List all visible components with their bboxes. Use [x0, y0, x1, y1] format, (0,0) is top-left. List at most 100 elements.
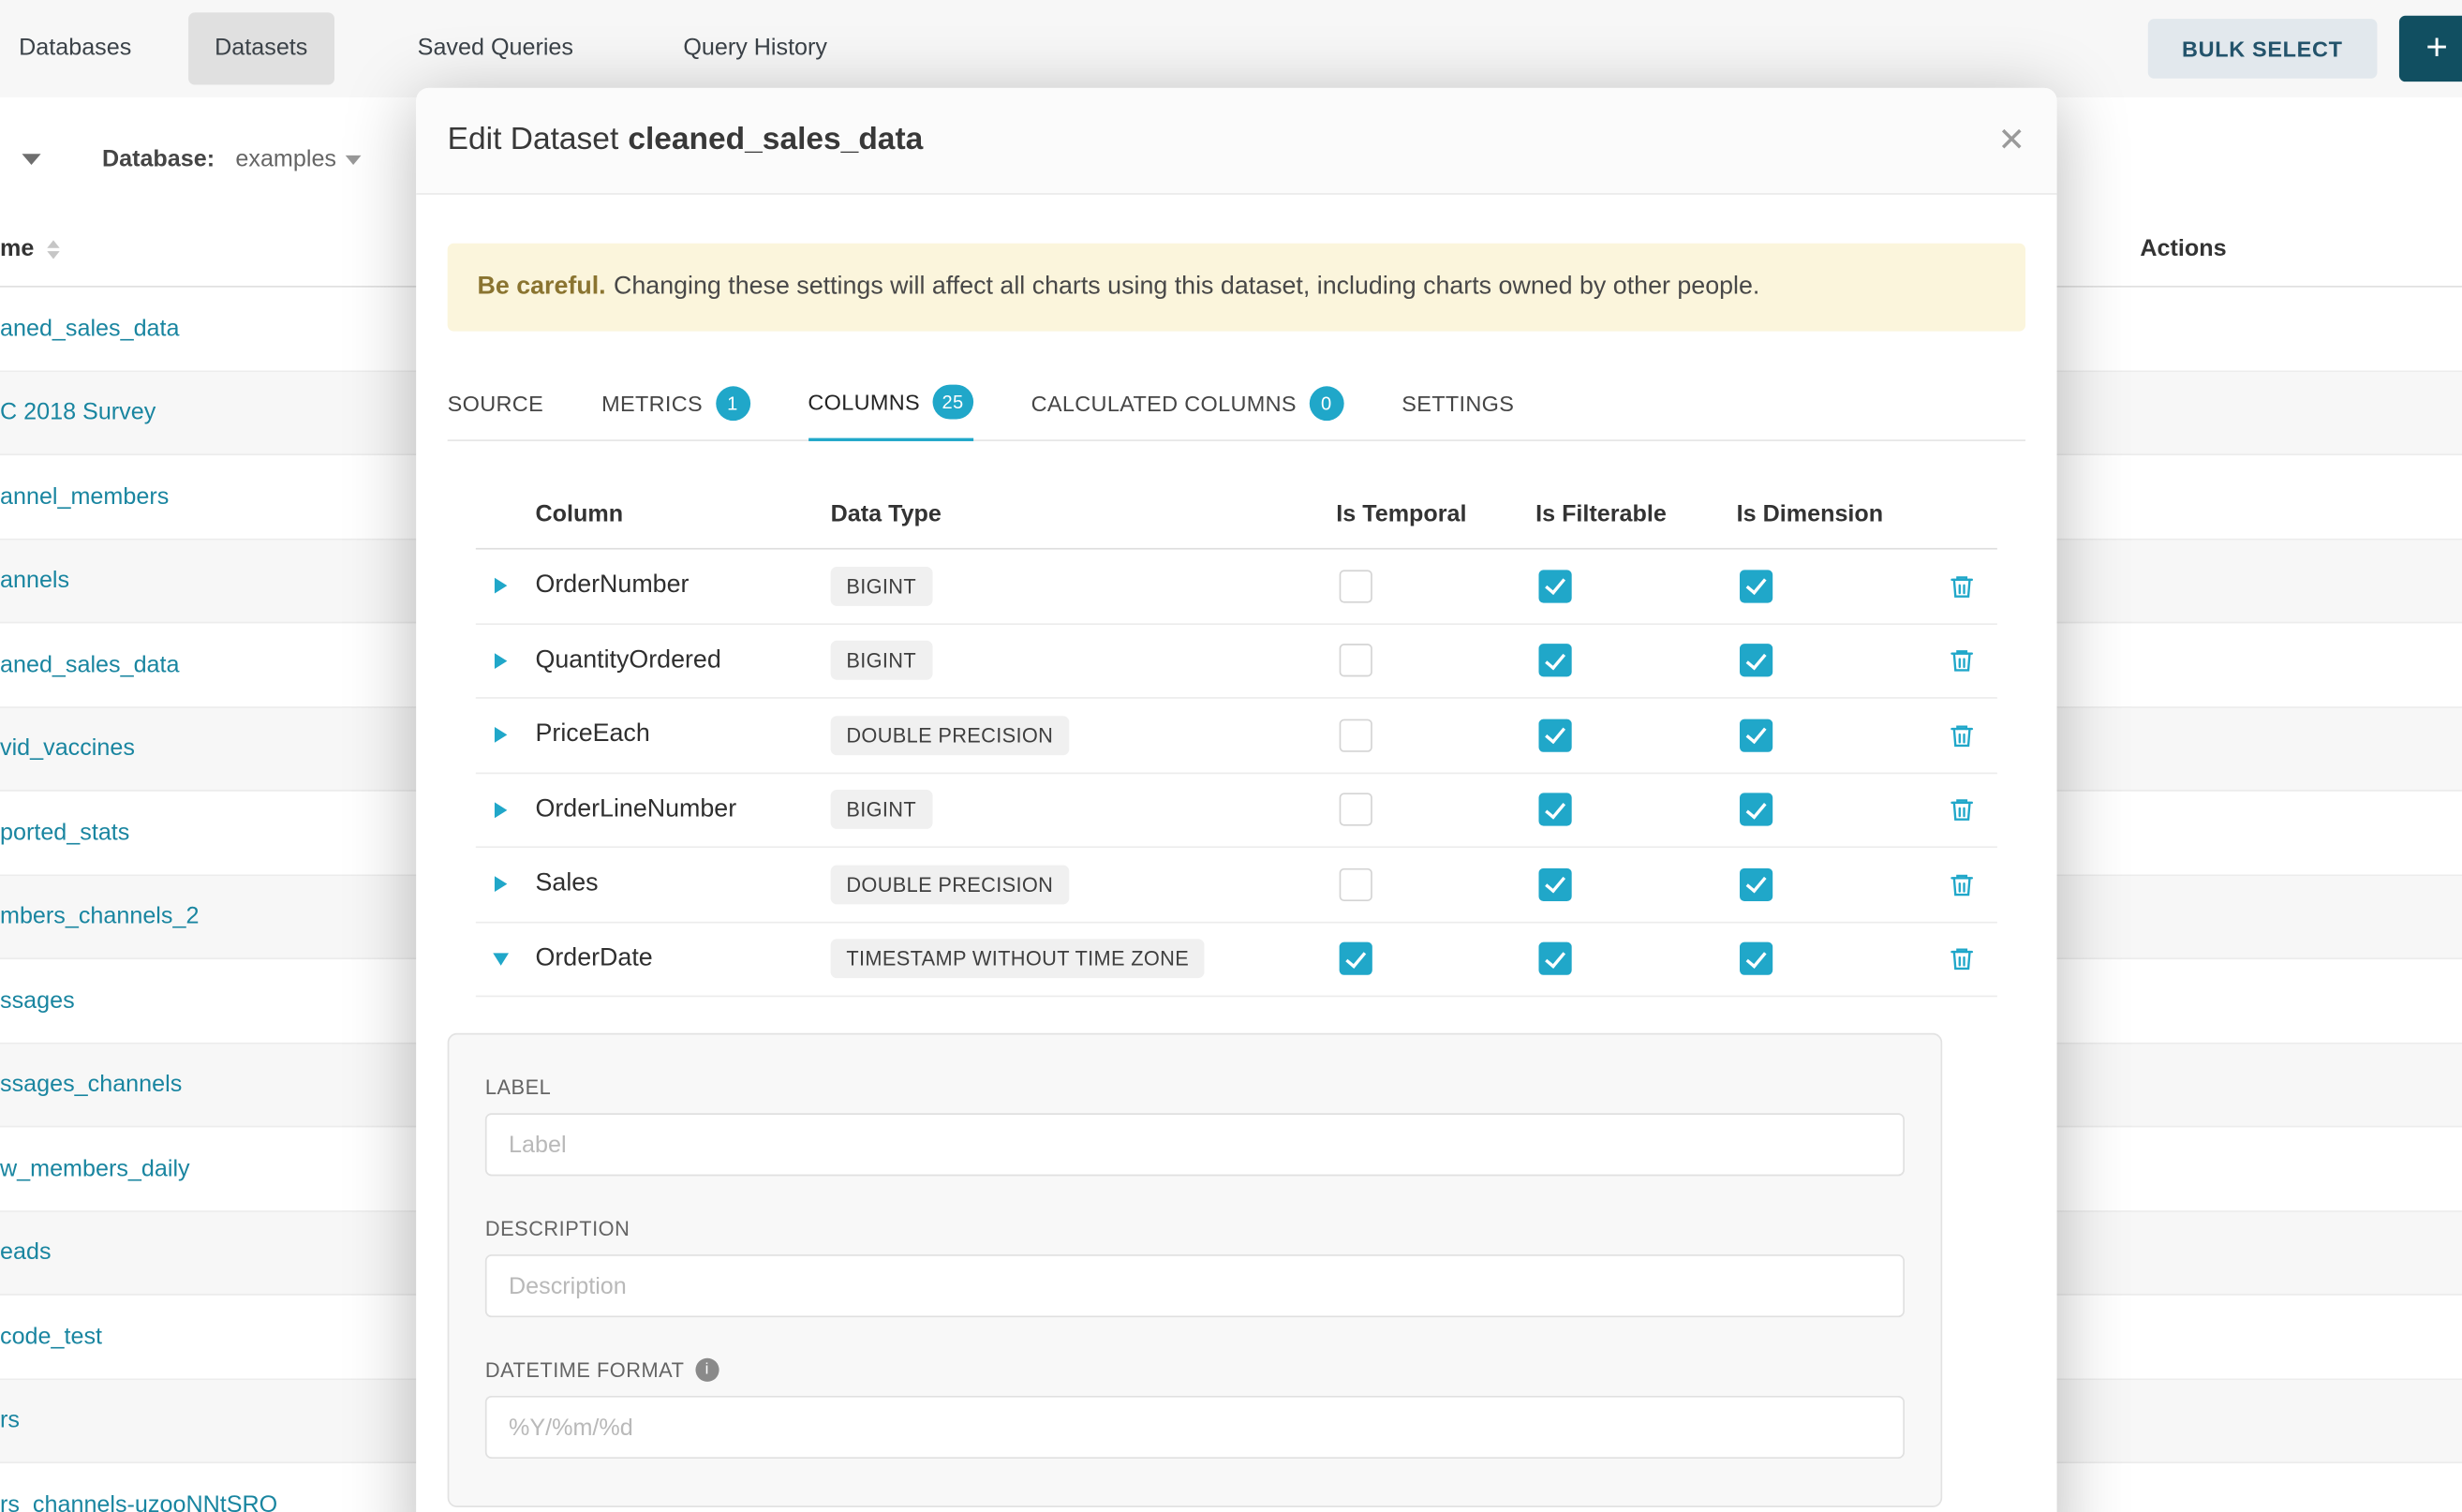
label-input[interactable] — [485, 1113, 1905, 1176]
is-dimension-checkbox[interactable] — [1740, 942, 1772, 975]
delete-icon[interactable] — [1949, 647, 1975, 674]
tab-metrics[interactable]: METRICS 1 — [601, 369, 749, 439]
dataset-link[interactable]: eads — [0, 1239, 52, 1266]
metrics-count-badge: 1 — [715, 385, 749, 420]
is-filterable-checkbox[interactable] — [1538, 645, 1571, 677]
is-dimension-checkbox[interactable] — [1740, 793, 1772, 826]
is-temporal-checkbox[interactable] — [1340, 867, 1372, 900]
name-column-header[interactable]: me — [0, 235, 59, 261]
database-filter-label: Database: — [102, 146, 215, 172]
delete-icon[interactable] — [1949, 722, 1975, 749]
column-name: OrderDate — [536, 945, 831, 973]
dataset-link[interactable]: rs_channels-uzooNNtSRO — [0, 1491, 277, 1512]
nav-item-datasets[interactable]: Datasets — [188, 12, 334, 84]
database-filter-caret-icon[interactable] — [346, 156, 362, 165]
screen: Databases Datasets Saved Queries Query H… — [0, 0, 2462, 1512]
is-filterable-checkbox[interactable] — [1538, 719, 1571, 751]
columns-table-header: Column Data Type Is Temporal Is Filterab… — [476, 481, 1997, 550]
is-dimension-checkbox[interactable] — [1740, 719, 1772, 751]
calculated-columns-count-badge: 0 — [1309, 385, 1343, 420]
is-dimension-checkbox[interactable] — [1740, 645, 1772, 677]
is-filterable-checkbox[interactable] — [1538, 793, 1571, 826]
chevron-down-icon[interactable] — [22, 154, 40, 165]
dataset-link[interactable]: aned_sales_data — [0, 315, 180, 341]
nav-item-query-history[interactable]: Query History — [657, 12, 854, 84]
warning-bold-text: Be careful. — [478, 274, 606, 300]
tab-label: SOURCE — [448, 390, 543, 415]
is-dimension-checkbox[interactable] — [1740, 867, 1772, 900]
dataset-link[interactable]: annel_members — [0, 483, 169, 510]
is-filterable-checkbox[interactable] — [1538, 942, 1571, 975]
database-filter-value[interactable]: examples — [235, 146, 336, 172]
column-name: PriceEach — [536, 721, 831, 749]
dataset-link[interactable]: ssages — [0, 987, 75, 1014]
collapse-caret-icon[interactable] — [493, 953, 509, 965]
dataset-link[interactable]: w_members_daily — [0, 1155, 190, 1181]
tab-columns[interactable]: COLUMNS 25 — [808, 369, 972, 441]
description-field-label: DESCRIPTION — [485, 1217, 1905, 1240]
is-temporal-checkbox[interactable] — [1340, 645, 1372, 677]
column-name: OrderLineNumber — [536, 795, 831, 823]
datetime-format-field-group: DATETIME FORMAT i — [485, 1358, 1905, 1459]
modal-tabs: SOURCE METRICS 1 COLUMNS 25 CALCULATED C… — [448, 369, 2025, 441]
datetime-format-label-text: DATETIME FORMAT — [485, 1358, 685, 1382]
add-dataset-button[interactable]: + — [2399, 16, 2462, 82]
info-icon[interactable]: i — [695, 1358, 719, 1382]
dataset-link[interactable]: mbers_channels_2 — [0, 903, 199, 929]
tab-label: METRICS — [601, 390, 703, 415]
tab-label: COLUMNS — [808, 390, 920, 415]
expand-caret-icon[interactable] — [495, 877, 507, 893]
is-dimension-checkbox[interactable] — [1740, 570, 1772, 602]
delete-icon[interactable] — [1949, 572, 1975, 599]
is-filterable-checkbox[interactable] — [1538, 867, 1571, 900]
dataset-link[interactable]: code_test — [0, 1323, 102, 1349]
description-input[interactable] — [485, 1254, 1905, 1317]
datetime-format-input[interactable] — [485, 1396, 1905, 1459]
dataset-link[interactable]: rs — [0, 1407, 20, 1433]
column-name: OrderNumber — [536, 571, 831, 600]
delete-icon[interactable] — [1949, 945, 1975, 971]
column-row-orderlinenumber: OrderLineNumber BIGINT — [476, 773, 1997, 848]
is-filterable-checkbox[interactable] — [1538, 570, 1571, 602]
dataset-link[interactable]: vid_vaccines — [0, 735, 135, 762]
dataset-link[interactable]: ported_stats — [0, 819, 129, 845]
datetime-format-field-label: DATETIME FORMAT i — [485, 1358, 1905, 1382]
column-name: Sales — [536, 870, 831, 898]
delete-icon[interactable] — [1949, 871, 1975, 897]
data-type-pill: BIGINT — [831, 567, 932, 606]
tab-settings[interactable]: SETTINGS — [1402, 369, 1514, 439]
is-temporal-header: Is Temporal — [1336, 501, 1535, 527]
is-temporal-checkbox[interactable] — [1340, 719, 1372, 751]
nav-item-saved-queries[interactable]: Saved Queries — [391, 12, 600, 84]
expanded-column-editor: LABEL DESCRIPTION DATETIME FORMAT i — [448, 1033, 1943, 1507]
nav-item-databases[interactable]: Databases — [19, 12, 131, 84]
is-temporal-checkbox[interactable] — [1340, 942, 1372, 975]
dataset-link[interactable]: aned_sales_data — [0, 651, 180, 677]
sort-icons[interactable] — [47, 240, 59, 259]
label-field-label: LABEL — [485, 1075, 1905, 1099]
dataset-link[interactable]: C 2018 Survey — [0, 399, 156, 425]
modal-header: Edit Datasetcleaned_sales_data ✕ — [416, 88, 2056, 195]
is-temporal-checkbox[interactable] — [1340, 570, 1372, 602]
delete-icon[interactable] — [1949, 796, 1975, 823]
column-row-ordernumber: OrderNumber BIGINT — [476, 550, 1997, 625]
warning-banner: Be careful.Changing these settings will … — [448, 244, 2025, 332]
expand-caret-icon[interactable] — [495, 802, 507, 818]
sort-desc-icon — [47, 250, 59, 258]
tab-calculated-columns[interactable]: CALCULATED COLUMNS 0 — [1031, 369, 1344, 439]
name-header-label: me — [0, 235, 34, 261]
expand-caret-icon[interactable] — [495, 653, 507, 669]
is-temporal-checkbox[interactable] — [1340, 793, 1372, 826]
dataset-link[interactable]: annels — [0, 567, 69, 593]
data-type-pill: BIGINT — [831, 790, 932, 829]
expand-caret-icon[interactable] — [495, 727, 507, 743]
column-row-sales: Sales DOUBLE PRECISION — [476, 848, 1997, 923]
close-icon[interactable]: ✕ — [1998, 124, 2026, 156]
label-field-label-text: LABEL — [485, 1075, 551, 1099]
dataset-link[interactable]: ssages_channels — [0, 1071, 182, 1097]
tab-source[interactable]: SOURCE — [448, 369, 543, 439]
modal-title-dataset-name: cleaned_sales_data — [628, 123, 923, 157]
bulk-select-button[interactable]: BULK SELECT — [2147, 19, 2377, 79]
expand-caret-icon[interactable] — [495, 578, 507, 594]
nav-right-actions: BULK SELECT + — [2147, 16, 2462, 82]
